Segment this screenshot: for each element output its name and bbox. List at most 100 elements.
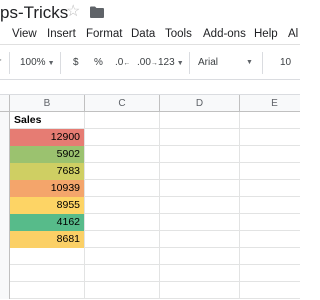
chevron-down-icon: ▼ (246, 59, 253, 66)
menu-tools[interactable]: Tools (165, 28, 192, 40)
spreadsheet-grid: B C D E Sales 12900 5902 7683 10939 8955 4162 8… (0, 95, 300, 300)
arrow-left-icon: ← (123, 60, 131, 67)
grid-cell[interactable] (85, 163, 160, 180)
grid-cell[interactable] (160, 248, 240, 265)
menu-add-ons[interactable]: Add-ons (203, 28, 246, 40)
column-header-c[interactable]: C (85, 95, 160, 112)
table-row (0, 265, 300, 282)
table-row (0, 248, 300, 265)
sales-value-cell[interactable]: 4162 (10, 214, 85, 231)
grid-cell[interactable] (240, 214, 300, 231)
column-header-b[interactable]: B (10, 95, 85, 112)
grid-cell[interactable] (85, 197, 160, 214)
zoom-select[interactable]: 100% ▼ (20, 56, 55, 71)
grid-cell[interactable] (240, 112, 300, 129)
grid-cell[interactable] (10, 282, 85, 299)
menu-help[interactable]: Help (254, 28, 278, 40)
currency-format-button[interactable]: $ (73, 56, 79, 70)
sales-header-cell[interactable]: Sales (10, 112, 85, 129)
grid-cell[interactable] (240, 197, 300, 214)
table-row: 5902 (0, 146, 300, 163)
spreadsheet-app: ps-Tricks ☆ View Insert Format Data Tool… (0, 0, 300, 300)
grid-cell[interactable] (160, 265, 240, 282)
sales-value-cell[interactable]: 8681 (10, 231, 85, 248)
formula-bar[interactable] (0, 80, 300, 95)
row-header[interactable] (0, 265, 10, 282)
grid-cell[interactable] (160, 214, 240, 231)
font-family-select[interactable]: Arial ▼ (198, 56, 253, 70)
percent-format-button[interactable]: % (94, 56, 103, 70)
row-header[interactable] (0, 146, 10, 163)
menu-accessibility[interactable]: Al (288, 28, 298, 40)
table-row: Sales (0, 112, 300, 129)
sales-value-cell[interactable]: 7683 (10, 163, 85, 180)
title-bar: ps-Tricks ☆ (0, 0, 300, 26)
row-header[interactable] (0, 282, 10, 299)
sales-value-cell[interactable]: 5902 (10, 146, 85, 163)
row-header[interactable] (0, 163, 10, 180)
grid-cell[interactable] (10, 265, 85, 282)
grid-cell[interactable] (160, 112, 240, 129)
grid-cell[interactable] (85, 231, 160, 248)
grid-cell[interactable] (240, 146, 300, 163)
grid-cell[interactable] (85, 265, 160, 282)
grid-cell[interactable] (160, 163, 240, 180)
toolbar-separator (262, 52, 263, 74)
row-header[interactable] (0, 248, 10, 265)
column-header-d[interactable]: D (160, 95, 240, 112)
folder-icon[interactable] (90, 6, 104, 18)
menu-view[interactable]: View (12, 28, 37, 40)
star-icon[interactable]: ☆ (66, 4, 80, 20)
row-header[interactable] (0, 112, 10, 129)
grid-cell[interactable] (160, 146, 240, 163)
row-header[interactable] (0, 231, 10, 248)
grid-cell[interactable] (160, 282, 240, 299)
grid-cell[interactable] (85, 180, 160, 197)
more-formats-select[interactable]: 123 ▼ (158, 56, 184, 71)
row-header[interactable] (0, 180, 10, 197)
increase-decimal-button[interactable]: .00→ (137, 56, 158, 71)
sales-value-cell[interactable]: 10939 (10, 180, 85, 197)
grid-cell[interactable] (240, 180, 300, 197)
grid-cell[interactable] (160, 231, 240, 248)
grid-cell[interactable] (85, 282, 160, 299)
zoom-value: 100% (20, 57, 46, 68)
font-family-value: Arial (198, 57, 219, 68)
grid-cell[interactable] (10, 248, 85, 265)
toolbar-separator (9, 52, 10, 74)
grid-cell[interactable] (160, 197, 240, 214)
table-row: 7683 (0, 163, 300, 180)
grid-cell[interactable] (85, 112, 160, 129)
column-headers: B C D E (0, 95, 300, 112)
menu-data[interactable]: Data (131, 28, 155, 40)
grid-cell[interactable] (160, 129, 240, 146)
grid-cell[interactable] (85, 214, 160, 231)
grid-cell[interactable] (240, 282, 300, 299)
sales-value-cell[interactable]: 8955 (10, 197, 85, 214)
sales-value-cell[interactable]: 12900 (10, 129, 85, 146)
row-header[interactable] (0, 129, 10, 146)
document-title[interactable]: ps-Tricks (0, 3, 68, 23)
font-size-select[interactable]: 10 (280, 56, 291, 70)
grid-cell[interactable] (240, 163, 300, 180)
increase-decimal-label: .00 (137, 57, 151, 68)
menu-format[interactable]: Format (86, 28, 122, 40)
toolbar-left-mark: r (0, 56, 1, 70)
grid-cell[interactable] (240, 231, 300, 248)
grid-cell[interactable] (160, 180, 240, 197)
grid-cell[interactable] (85, 129, 160, 146)
grid-cell[interactable] (240, 248, 300, 265)
decrease-decimal-button[interactable]: .0← (115, 56, 130, 71)
grid-cell[interactable] (85, 248, 160, 265)
row-header[interactable] (0, 214, 10, 231)
corner-cell[interactable] (0, 95, 10, 112)
menu-insert[interactable]: Insert (47, 28, 76, 40)
toolbar: r 100%▼ $ % .0← .00→ 123▼ Arial▼ 10 (0, 44, 300, 80)
chevron-down-icon: ▼ (47, 60, 55, 67)
grid-cell[interactable] (85, 146, 160, 163)
row-header[interactable] (0, 197, 10, 214)
grid-cell[interactable] (240, 129, 300, 146)
menu-bar: View Insert Format Data Tools Add-ons He… (0, 26, 300, 44)
grid-cell[interactable] (240, 265, 300, 282)
column-header-e[interactable]: E (240, 95, 300, 112)
